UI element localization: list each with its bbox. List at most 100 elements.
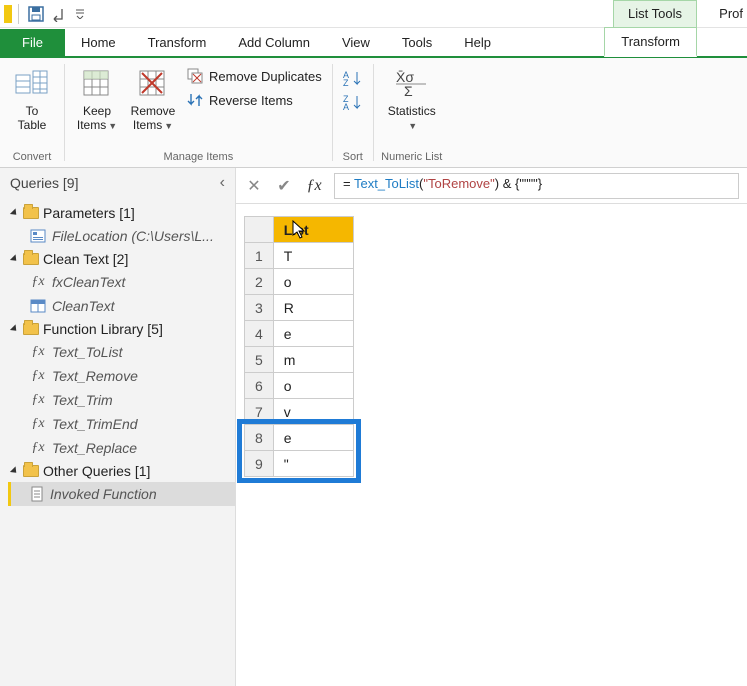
list-row[interactable]: 8e bbox=[245, 425, 354, 451]
expand-triangle-icon bbox=[10, 466, 19, 475]
ribbon-group-convert: To Table Convert bbox=[0, 58, 64, 167]
remove-duplicates-label: Remove Duplicates bbox=[209, 69, 322, 84]
tree-item[interactable]: ƒxText_TrimEnd bbox=[8, 412, 235, 436]
statistics-icon: X̄σΣ bbox=[392, 66, 432, 102]
remove-items-button[interactable]: Remove Items▼ bbox=[127, 62, 179, 133]
list-header[interactable]: List bbox=[273, 217, 353, 243]
tab-home[interactable]: Home bbox=[65, 29, 132, 56]
list-row[interactable]: 2o bbox=[245, 269, 354, 295]
tree-group-header[interactable]: Parameters [1] bbox=[8, 202, 235, 224]
reverse-items-button[interactable]: Reverse Items bbox=[183, 90, 326, 110]
manage-small-buttons: Remove Duplicates Reverse Items bbox=[183, 62, 326, 133]
list-table[interactable]: List1T2o3R4e5m6o7v8e9" bbox=[244, 216, 354, 477]
qat-dropdown-icon[interactable] bbox=[69, 3, 91, 25]
tree-item[interactable]: ƒx Text_Trim bbox=[8, 388, 235, 412]
tree-item-label: Invoked Function bbox=[50, 486, 157, 502]
list-row[interactable]: 5m bbox=[245, 347, 354, 373]
keep-items-label: Keep Items▼ bbox=[77, 104, 117, 133]
row-value: v bbox=[273, 399, 353, 425]
contextual-tab-list-tools: List Tools bbox=[613, 0, 697, 28]
ribbon-tabs: File Home Transform Add Column View Tool… bbox=[0, 28, 747, 58]
keep-items-button[interactable]: Keep Items▼ bbox=[71, 62, 123, 133]
list-row[interactable]: 6o bbox=[245, 373, 354, 399]
sort-asc-icon: AZ bbox=[343, 70, 363, 86]
function-icon: ƒx bbox=[30, 392, 46, 408]
expand-triangle-icon bbox=[10, 254, 19, 263]
queries-header: Queries [9] ‹ bbox=[0, 168, 235, 198]
row-number: 1 bbox=[245, 243, 274, 269]
list-row[interactable]: 9" bbox=[245, 451, 354, 477]
function-icon: ƒx bbox=[30, 368, 46, 384]
tree-item-label: Text_Trim bbox=[52, 392, 113, 408]
tab-tools[interactable]: Tools bbox=[386, 29, 448, 56]
chevron-down-icon: ▼ bbox=[164, 121, 173, 131]
sort-desc-icon: ZA bbox=[343, 94, 363, 110]
tree-item-label: Text_TrimEnd bbox=[52, 416, 138, 432]
group-label-manage: Manage Items bbox=[164, 149, 234, 165]
tab-add-column[interactable]: Add Column bbox=[222, 29, 326, 56]
folder-icon bbox=[23, 253, 39, 265]
qat-separator bbox=[18, 4, 19, 24]
tree-item-label: CleanText bbox=[52, 298, 115, 314]
ribbon-group-sort: AZ ZA Sort bbox=[333, 58, 373, 167]
list-row[interactable]: 3R bbox=[245, 295, 354, 321]
tree-item[interactable]: ƒxText_ToList bbox=[8, 340, 235, 364]
queries-tree: Parameters [1] FileLocation (C:\Users\L..… bbox=[0, 198, 235, 510]
main-area: Queries [9] ‹ Parameters [1] FileLocation… bbox=[0, 168, 747, 686]
remove-duplicates-icon bbox=[187, 68, 203, 84]
to-table-button[interactable]: To Table bbox=[6, 62, 58, 132]
queries-panel: Queries [9] ‹ Parameters [1] FileLocation… bbox=[0, 168, 236, 686]
tree-group-label: Other Queries [1] bbox=[43, 463, 150, 479]
tree-item[interactable]: CleanText bbox=[8, 294, 235, 318]
commit-formula-icon[interactable]: ✔ bbox=[274, 176, 294, 196]
tree-item[interactable]: Invoked Function bbox=[8, 482, 235, 506]
fx-icon[interactable]: ƒx bbox=[304, 177, 324, 195]
app-logo-icon bbox=[4, 5, 12, 23]
tree-group-header[interactable]: Clean Text [2] bbox=[8, 248, 235, 270]
sort-desc-button[interactable]: ZA bbox=[339, 92, 367, 112]
remove-items-icon bbox=[138, 66, 168, 102]
function-icon: ƒx bbox=[30, 274, 46, 290]
row-value: R bbox=[273, 295, 353, 321]
sort-asc-button[interactable]: AZ bbox=[339, 68, 367, 88]
statistics-button[interactable]: X̄σΣ Statistics▼ bbox=[380, 62, 444, 133]
ribbon: To Table Convert Keep Items▼ Remove Item… bbox=[0, 58, 747, 168]
undo-icon[interactable] bbox=[47, 3, 69, 25]
content-panel: ✕ ✔ ƒx = Text_ToList("ToRemove") & {""""… bbox=[236, 168, 747, 686]
data-preview: List1T2o3R4e5m6o7v8e9" bbox=[236, 204, 747, 477]
tree-group-header[interactable]: Function Library [5] bbox=[8, 318, 235, 340]
tab-help[interactable]: Help bbox=[448, 29, 507, 56]
row-number: 8 bbox=[245, 425, 274, 451]
row-value: e bbox=[273, 425, 353, 451]
list-icon bbox=[30, 486, 44, 502]
parameter-icon bbox=[30, 229, 46, 243]
tab-file[interactable]: File bbox=[0, 29, 65, 56]
row-number: 2 bbox=[245, 269, 274, 295]
quick-access-toolbar: List Tools Prof bbox=[0, 0, 747, 28]
cancel-formula-icon[interactable]: ✕ bbox=[244, 176, 264, 196]
row-number: 7 bbox=[245, 399, 274, 425]
list-row[interactable]: 4e bbox=[245, 321, 354, 347]
tree-item-label: Text_Remove bbox=[52, 368, 138, 384]
remove-duplicates-button[interactable]: Remove Duplicates bbox=[183, 66, 326, 86]
row-value: " bbox=[273, 451, 353, 477]
tab-view[interactable]: View bbox=[326, 29, 386, 56]
statistics-label: Statistics▼ bbox=[388, 104, 436, 133]
chevron-down-icon: ▼ bbox=[408, 121, 417, 131]
tab-list-transform[interactable]: Transform bbox=[604, 27, 697, 57]
collapse-panel-icon[interactable]: ‹ bbox=[220, 174, 225, 192]
tree-item[interactable]: FileLocation (C:\Users\L... bbox=[8, 224, 235, 248]
tree-item[interactable]: ƒxText_Replace bbox=[8, 436, 235, 460]
list-row[interactable]: 7v bbox=[245, 399, 354, 425]
formula-input[interactable]: = Text_ToList("ToRemove") & {""""} bbox=[334, 173, 739, 199]
tab-transform[interactable]: Transform bbox=[132, 29, 223, 56]
tree-group-header[interactable]: Other Queries [1] bbox=[8, 460, 235, 482]
list-row[interactable]: 1T bbox=[245, 243, 354, 269]
tree-item[interactable]: ƒx Text_Remove bbox=[8, 364, 235, 388]
folder-icon bbox=[23, 207, 39, 219]
row-number: 6 bbox=[245, 373, 274, 399]
save-icon[interactable] bbox=[25, 3, 47, 25]
tree-item[interactable]: ƒxfxCleanText bbox=[8, 270, 235, 294]
group-label-sort: Sort bbox=[343, 149, 363, 165]
tree-item-label: FileLocation (C:\Users\L... bbox=[52, 228, 214, 244]
